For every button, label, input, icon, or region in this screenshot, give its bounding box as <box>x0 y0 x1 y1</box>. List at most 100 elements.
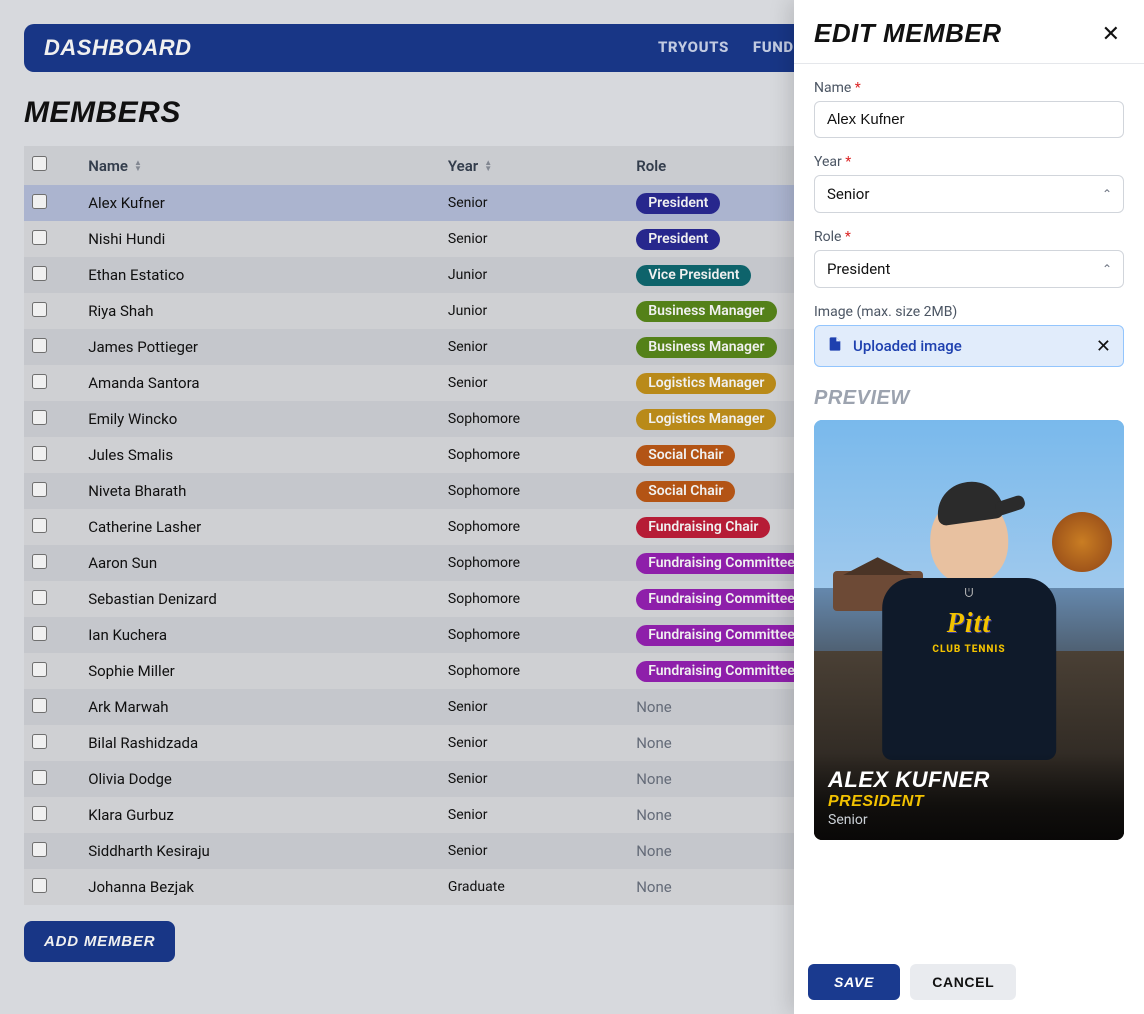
cell-name: Siddharth Kesiraju <box>80 833 440 869</box>
cancel-button[interactable]: CANCEL <box>910 964 1016 1000</box>
cell-name: Riya Shah <box>80 293 440 329</box>
cell-year: Sophomore <box>440 509 628 545</box>
cell-year: Senior <box>440 725 628 761</box>
sort-icon[interactable]: ▲▼ <box>484 160 492 172</box>
row-checkbox[interactable] <box>32 806 47 821</box>
row-checkbox[interactable] <box>32 626 47 641</box>
cell-year: Sophomore <box>440 581 628 617</box>
role-badge: Logistics Manager <box>636 373 776 394</box>
cell-year: Senior <box>440 365 628 401</box>
cell-name: James Pottieger <box>80 329 440 365</box>
row-checkbox[interactable] <box>32 194 47 209</box>
cell-year: Sophomore <box>440 401 628 437</box>
cell-name: Johanna Bezjak <box>80 869 440 905</box>
preview-name: ALEX KUFNER <box>828 767 1110 793</box>
cell-year: Sophomore <box>440 545 628 581</box>
cell-year: Senior <box>440 833 628 869</box>
cell-name: Olivia Dodge <box>80 761 440 797</box>
role-none: None <box>636 770 672 788</box>
th-year[interactable]: Year <box>448 157 478 175</box>
drawer-title: EDIT MEMBER <box>814 18 1002 49</box>
role-badge: President <box>636 193 720 214</box>
preview-heading: PREVIEW <box>814 387 1124 410</box>
cell-year: Sophomore <box>440 653 628 689</box>
cell-name: Bilal Rashidzada <box>80 725 440 761</box>
row-checkbox[interactable] <box>32 446 47 461</box>
cell-year: Graduate <box>440 869 628 905</box>
row-checkbox[interactable] <box>32 698 47 713</box>
preview-year: Senior <box>828 812 1110 828</box>
row-checkbox[interactable] <box>32 338 47 353</box>
th-name[interactable]: Name <box>88 157 128 175</box>
role-none: None <box>636 842 672 860</box>
preview-logo-sub: CLUB TENNIS <box>932 644 1005 655</box>
remove-image-icon[interactable]: ✕ <box>1096 337 1111 355</box>
role-none: None <box>636 698 672 716</box>
th-role[interactable]: Role <box>636 157 666 175</box>
role-badge: Vice President <box>636 265 751 286</box>
sort-icon[interactable]: ▲▼ <box>134 160 142 172</box>
year-select[interactable]: Senior <box>814 175 1124 213</box>
cell-year: Senior <box>440 761 628 797</box>
row-checkbox[interactable] <box>32 842 47 857</box>
save-button[interactable]: SAVE <box>808 964 900 1000</box>
role-badge: Business Manager <box>636 301 776 322</box>
role-badge: Fundraising Committee <box>636 661 807 682</box>
row-checkbox[interactable] <box>32 518 47 533</box>
uploaded-image-text: Uploaded image <box>853 337 962 355</box>
cell-name: Catherine Lasher <box>80 509 440 545</box>
cell-name: Ian Kuchera <box>80 617 440 653</box>
row-checkbox[interactable] <box>32 554 47 569</box>
cell-name: Aaron Sun <box>80 545 440 581</box>
row-checkbox[interactable] <box>32 302 47 317</box>
name-input[interactable] <box>814 101 1124 138</box>
role-badge: Social Chair <box>636 445 735 466</box>
row-checkbox[interactable] <box>32 410 47 425</box>
row-checkbox[interactable] <box>32 662 47 677</box>
uploaded-image-chip[interactable]: Uploaded image ✕ <box>814 325 1124 367</box>
cell-name: Sebastian Denizard <box>80 581 440 617</box>
role-badge: Business Manager <box>636 337 776 358</box>
cell-name: Ethan Estatico <box>80 257 440 293</box>
preview-logo: Pitt <box>947 608 991 640</box>
close-icon[interactable]: ✕ <box>1098 19 1124 49</box>
cell-name: Sophie Miller <box>80 653 440 689</box>
nav-item-tryouts[interactable]: TRYOUTS <box>658 26 729 70</box>
role-select[interactable]: President <box>814 250 1124 288</box>
add-member-button[interactable]: ADD MEMBER <box>24 921 175 962</box>
cell-name: Ark Marwah <box>80 689 440 725</box>
cell-name: Niveta Bharath <box>80 473 440 509</box>
edit-member-drawer: EDIT MEMBER ✕ Name * Year * Senior ⌃ Rol… <box>794 0 1144 1014</box>
cell-year: Junior <box>440 257 628 293</box>
row-checkbox[interactable] <box>32 482 47 497</box>
row-checkbox[interactable] <box>32 590 47 605</box>
row-checkbox[interactable] <box>32 230 47 245</box>
file-icon <box>827 336 843 356</box>
preview-role: PRESIDENT <box>828 793 1110 811</box>
select-all-checkbox[interactable] <box>32 156 47 171</box>
year-label: Year * <box>814 154 1124 170</box>
row-checkbox[interactable] <box>32 878 47 893</box>
cell-year: Sophomore <box>440 437 628 473</box>
row-checkbox[interactable] <box>32 770 47 785</box>
role-badge: Logistics Manager <box>636 409 776 430</box>
row-checkbox[interactable] <box>32 734 47 749</box>
role-label: Role * <box>814 229 1124 245</box>
cell-name: Nishi Hundi <box>80 221 440 257</box>
cell-year: Senior <box>440 689 628 725</box>
cell-name: Jules Smalis <box>80 437 440 473</box>
role-none: None <box>636 734 672 752</box>
role-badge: Fundraising Committee <box>636 625 807 646</box>
cell-year: Junior <box>440 293 628 329</box>
role-badge: Fundraising Committee <box>636 589 807 610</box>
role-badge: President <box>636 229 720 250</box>
row-checkbox[interactable] <box>32 266 47 281</box>
cell-name: Klara Gurbuz <box>80 797 440 833</box>
cell-year: Senior <box>440 221 628 257</box>
preview-card: ᕫ Pitt CLUB TENNIS ALEX KUFNER PRESIDENT… <box>814 420 1124 840</box>
row-checkbox[interactable] <box>32 374 47 389</box>
role-badge: Fundraising Committee <box>636 553 807 574</box>
cell-name: Alex Kufner <box>80 185 440 221</box>
brand-title: DASHBOARD <box>44 35 192 61</box>
role-badge: Fundraising Chair <box>636 517 770 538</box>
